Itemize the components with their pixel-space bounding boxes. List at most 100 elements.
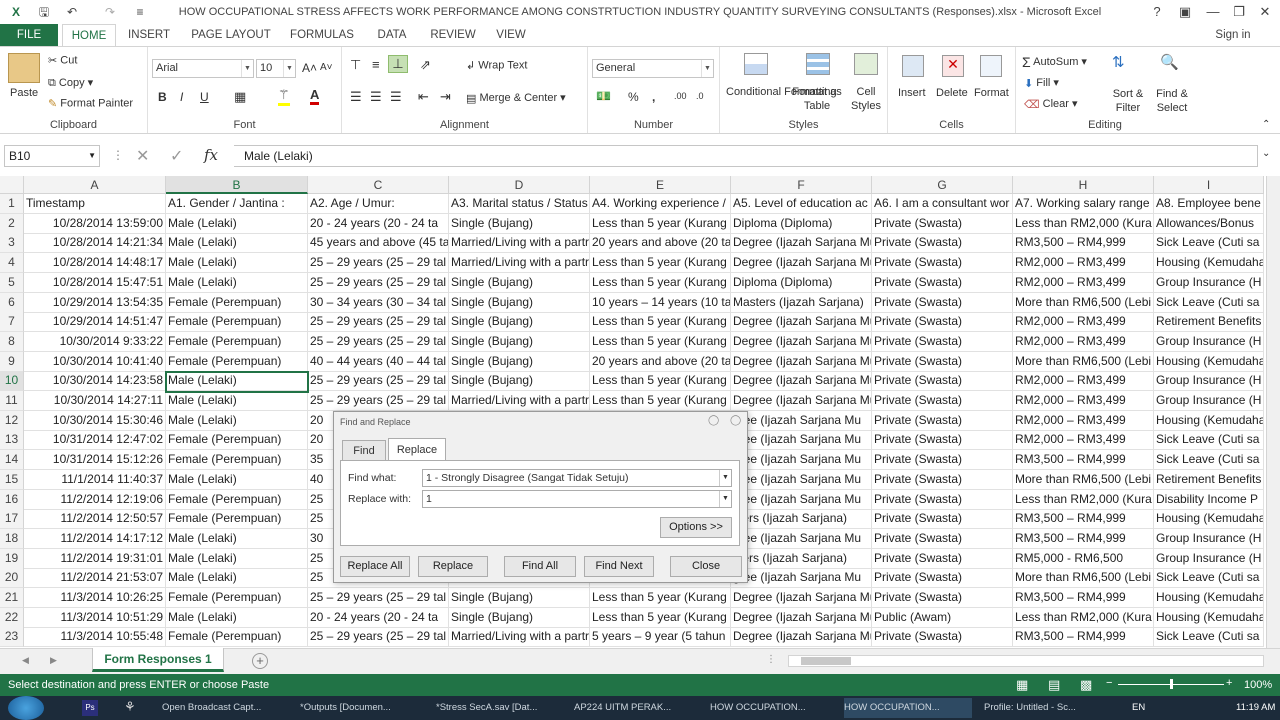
cell[interactable]: Group Insurance (H: [1154, 529, 1264, 549]
cell[interactable]: Housing (Kemudaha: [1154, 509, 1264, 529]
cell[interactable]: gree (Ijazah Sarjana Mu: [731, 470, 872, 490]
cell[interactable]: Male (Lelaki): [166, 411, 308, 431]
cell[interactable]: Degree (Ijazah Sarjana Mu: [731, 352, 872, 372]
start-button[interactable]: [8, 696, 44, 720]
fill-button[interactable]: ⬇ Fill ▾: [1024, 76, 1059, 90]
grow-font-icon[interactable]: A˄: [302, 61, 317, 75]
row-header[interactable]: 8: [0, 332, 24, 352]
cell[interactable]: Less than 5 year (Kurang: [590, 273, 731, 293]
cell[interactable]: Single (Bujang): [449, 214, 590, 234]
cell[interactable]: Male (Lelaki): [166, 233, 308, 253]
orientation-icon[interactable]: ⇗: [420, 57, 431, 73]
cell[interactable]: Female (Perempuan): [166, 450, 308, 470]
cell[interactable]: gree (Ijazah Sarjana Mu: [731, 411, 872, 431]
zoom-thumb[interactable]: [1170, 679, 1173, 689]
replace-with-input[interactable]: 1 ▼: [422, 490, 732, 508]
tab-home[interactable]: HOME: [62, 24, 116, 47]
cell[interactable]: Degree (Ijazah Sarjana Mu: [731, 627, 872, 647]
row-header[interactable]: 16: [0, 490, 24, 510]
taskbar-item[interactable]: HOW OCCUPATION...: [844, 698, 972, 718]
sheet-tab-form-responses[interactable]: Form Responses 1: [92, 648, 224, 672]
tab-page-layout[interactable]: PAGE LAYOUT: [186, 24, 276, 46]
decrease-decimal-icon[interactable]: .0: [696, 91, 704, 101]
column-header[interactable]: G: [872, 176, 1013, 194]
cell[interactable]: Less than 5 year (Kurang: [590, 608, 731, 628]
cell[interactable]: 5 years – 9 year (5 tahun: [590, 627, 731, 647]
cell[interactable]: Male (Lelaki): [166, 253, 308, 273]
cell[interactable]: Private (Swasta): [872, 332, 1013, 352]
format-painter-button[interactable]: ✎ Format Painter: [48, 97, 133, 110]
row-header[interactable]: 4: [0, 253, 24, 273]
cell[interactable]: A1. Gender / Jantina :: [166, 194, 308, 214]
name-box[interactable]: B10 ▼: [4, 145, 100, 167]
copy-button[interactable]: ⧉ Copy ▾: [48, 76, 93, 90]
page-break-view-icon[interactable]: ▩: [1080, 677, 1092, 693]
cell[interactable]: Female (Perempuan): [166, 490, 308, 510]
collapse-ribbon-icon[interactable]: ⌃: [1262, 119, 1270, 130]
cell[interactable]: Group Insurance (H: [1154, 273, 1264, 293]
cell[interactable]: 25 – 29 years (25 – 29 tal: [308, 391, 449, 411]
scroll-right-icon[interactable]: ▶: [50, 655, 57, 666]
cell[interactable]: Less than 5 year (Kurang: [590, 253, 731, 273]
cell[interactable]: sters (Ijazah Sarjana): [731, 509, 872, 529]
close-window-button[interactable]: ✕: [1250, 0, 1280, 24]
cell[interactable]: 10/30/2014 14:23:58: [24, 371, 166, 391]
cell[interactable]: 11/3/2014 10:26:25: [24, 588, 166, 608]
column-header[interactable]: A: [24, 176, 166, 194]
cell[interactable]: 20 - 24 years (20 - 24 ta: [308, 608, 449, 628]
find-what-input[interactable]: 1 - Strongly Disagree (Sangat Tidak Setu…: [422, 469, 732, 487]
cell[interactable]: 10/28/2014 15:47:51: [24, 273, 166, 293]
cell[interactable]: Married/Living with a partr: [449, 627, 590, 647]
options-button[interactable]: Options >>: [660, 517, 732, 538]
app-icon[interactable]: ⚘: [124, 699, 136, 715]
cell[interactable]: 25 – 29 years (25 – 29 tal: [308, 273, 449, 293]
cell[interactable]: 20 years and above (20 ta: [590, 352, 731, 372]
column-header[interactable]: D: [449, 176, 590, 194]
cell[interactable]: 10/30/2014 14:27:11: [24, 391, 166, 411]
cell[interactable]: Single (Bujang): [449, 312, 590, 332]
cell[interactable]: Private (Swasta): [872, 214, 1013, 234]
enter-icon[interactable]: ✓: [170, 146, 183, 166]
find-select-button[interactable]: Find & Select: [1152, 87, 1192, 115]
cell[interactable]: 10/30/2014 10:41:40: [24, 352, 166, 372]
tab-data[interactable]: DATA: [368, 24, 416, 46]
cell[interactable]: Housing (Kemudaha: [1154, 253, 1264, 273]
cell[interactable]: 11/1/2014 11:40:37: [24, 470, 166, 490]
cell[interactable]: Private (Swasta): [872, 430, 1013, 450]
cell[interactable]: Less than RM2,000 (Kura: [1013, 214, 1154, 234]
align-center-icon[interactable]: ☰: [370, 89, 382, 105]
wrap-text-button[interactable]: ↲ Wrap Text: [466, 59, 527, 72]
row-header[interactable]: 5: [0, 273, 24, 293]
cell[interactable]: Female (Perempuan): [166, 312, 308, 332]
expand-formula-icon[interactable]: ⌄: [1262, 148, 1270, 159]
normal-view-icon[interactable]: ▦: [1016, 677, 1028, 693]
align-left-icon[interactable]: ☰: [350, 89, 362, 105]
cell[interactable]: Private (Swasta): [872, 352, 1013, 372]
cell[interactable]: Married/Living with a partr: [449, 391, 590, 411]
tab-view[interactable]: VIEW: [490, 24, 532, 46]
underline-button[interactable]: U: [200, 90, 209, 104]
cell[interactable]: Private (Swasta): [872, 588, 1013, 608]
cell[interactable]: Private (Swasta): [872, 568, 1013, 588]
align-top-icon[interactable]: ⊤: [350, 57, 361, 73]
font-name-combo[interactable]: Arial ▼: [152, 59, 254, 78]
row-header[interactable]: 9: [0, 352, 24, 372]
delete-button[interactable]: Delete: [936, 87, 968, 99]
cell[interactable]: Single (Bujang): [449, 371, 590, 391]
cell[interactable]: 10/28/2014 14:48:17: [24, 253, 166, 273]
row-header[interactable]: 11: [0, 391, 24, 411]
cell[interactable]: Less than 5 year (Kurang: [590, 214, 731, 234]
column-header[interactable]: B: [166, 176, 308, 194]
tab-replace[interactable]: Replace: [388, 438, 446, 461]
cell[interactable]: Single (Bujang): [449, 608, 590, 628]
cell[interactable]: Degree (Ijazah Sarjana Mu: [731, 608, 872, 628]
cell[interactable]: Male (Lelaki): [166, 214, 308, 234]
cell[interactable]: Female (Perempuan): [166, 509, 308, 529]
cell[interactable]: gree (Ijazah Sarjana Mu: [731, 568, 872, 588]
row-header[interactable]: 21: [0, 588, 24, 608]
increase-decimal-icon[interactable]: .00: [674, 91, 687, 101]
tab-find[interactable]: Find: [342, 440, 386, 460]
row-header[interactable]: 22: [0, 608, 24, 628]
cell[interactable]: Private (Swasta): [872, 293, 1013, 313]
cell[interactable]: Degree (Ijazah Sarjana Mu: [731, 233, 872, 253]
